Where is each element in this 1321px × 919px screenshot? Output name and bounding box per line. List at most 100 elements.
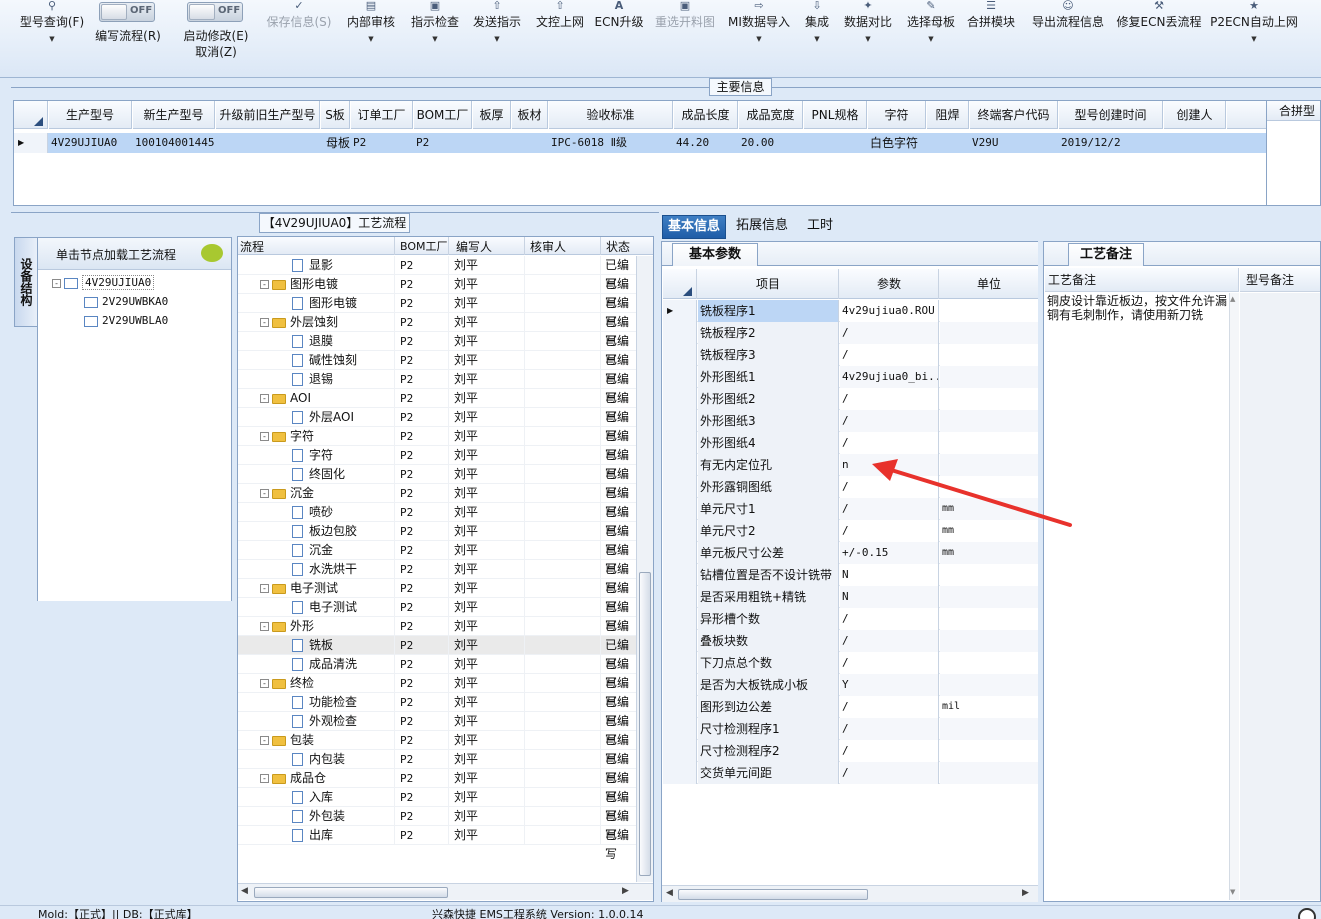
table-row[interactable]: - 字符 P2 刘平 已编写 <box>238 427 636 462</box>
flow-step-name[interactable]: - 包装 <box>260 731 314 750</box>
column-header[interactable]: 板厚 <box>473 101 511 129</box>
notes-vscrollbar[interactable]: ▲ ▼ <box>1229 293 1239 900</box>
flow-step-name[interactable]: - 成品仓 <box>260 769 326 788</box>
flow-step-name[interactable]: - 字符 <box>260 427 314 446</box>
scroll-down-icon[interactable]: ▼ <box>1230 888 1235 896</box>
export-flow-button[interactable]: ☺ 导出流程信息 <box>1028 0 1108 76</box>
flow-step-name[interactable]: - 沉金 <box>260 484 314 503</box>
param-value[interactable]: / <box>840 388 939 410</box>
table-row[interactable]: - 沉金 P2 刘平 已编写 <box>238 484 636 519</box>
table-row[interactable]: 内包装 P2 刘平 已编写 <box>238 750 636 785</box>
repair-ecn-button[interactable]: ⚒ 修复ECN丢流程 <box>1116 0 1202 76</box>
column-header[interactable]: 成品宽度 <box>739 101 803 129</box>
collapse-icon[interactable]: - <box>260 394 269 403</box>
column-header[interactable]: S板 <box>321 101 350 129</box>
param-value[interactable]: / <box>840 608 939 630</box>
param-value[interactable]: / <box>840 344 939 366</box>
integrate-button[interactable]: ⇩ 集成 ▼ <box>800 0 834 76</box>
param-value[interactable]: 4v29ujiua0.ROU <box>840 300 939 322</box>
scroll-thumb[interactable] <box>678 889 868 900</box>
table-cell[interactable]: IPC-6018 Ⅱ级 <box>551 133 673 153</box>
collapse-icon[interactable]: - <box>260 489 269 498</box>
flow-step-name[interactable]: 退锡 <box>292 370 333 389</box>
tab-basic-params[interactable]: 基本参数 <box>672 243 758 266</box>
param-value[interactable]: 4v29ujiua0_bi... <box>840 366 939 388</box>
flow-step-name[interactable]: - 终检 <box>260 674 314 693</box>
table-cell[interactable]: P2 <box>353 133 413 153</box>
collapse-icon[interactable]: - <box>260 280 269 289</box>
splitter[interactable] <box>654 236 660 902</box>
tree-node-child[interactable]: 2V29UWBKA0 <box>84 295 168 308</box>
param-row[interactable]: 外形图纸1 4v29ujiua0_bi... <box>663 366 1038 388</box>
flow-hscrollbar[interactable]: ◀ ▶ <box>238 883 653 900</box>
collapse-icon[interactable]: - <box>260 679 269 688</box>
table-cell[interactable]: 10010400144540 <box>135 133 215 153</box>
start-edit-toggle[interactable]: OFF <box>187 2 243 22</box>
flow-step-name[interactable]: 出库 <box>292 826 333 845</box>
table-row[interactable]: 外观检查 P2 刘平 已编写 <box>238 712 636 747</box>
param-value[interactable]: / <box>840 432 939 454</box>
table-cell[interactable]: P2 <box>416 133 472 153</box>
table-row[interactable]: 退锡 P2 刘平 已编写 <box>238 370 636 405</box>
column-header[interactable]: 验收标准 <box>549 101 673 129</box>
param-value[interactable]: N <box>840 564 939 586</box>
cancel-button[interactable]: 取消(Z) <box>176 44 256 60</box>
table-row[interactable]: 显影 P2 刘平 已编写 <box>238 256 636 291</box>
flow-step-name[interactable]: 入库 <box>292 788 333 807</box>
table-cell[interactable]: 20.00 <box>741 133 803 153</box>
table-row[interactable]: - 图形电镀 P2 刘平 已编写 <box>238 275 636 310</box>
flow-step-name[interactable]: 板边包胶 <box>292 522 357 541</box>
param-row[interactable]: 铣板程序3/ <box>663 344 1038 366</box>
column-header[interactable]: 型号创建时间 <box>1059 101 1163 129</box>
flow-step-name[interactable]: 外观检查 <box>292 712 357 731</box>
table-cell[interactable]: 2019/12/2 <box>1061 133 1163 153</box>
param-row[interactable]: 外形图纸4/ <box>663 432 1038 454</box>
param-value[interactable]: N <box>840 586 939 608</box>
column-header[interactable]: PNL规格 <box>804 101 867 129</box>
flow-step-name[interactable]: 碱性蚀刻 <box>292 351 357 370</box>
flow-step-name[interactable]: 外包装 <box>292 807 345 826</box>
scroll-right-icon[interactable]: ▶ <box>622 886 629 896</box>
param-row[interactable]: 外形图纸2/ <box>663 388 1038 410</box>
tree-node-root[interactable]: -4V29UJIUA0 <box>52 275 155 290</box>
column-header[interactable]: 终端客户代码 <box>970 101 1058 129</box>
flow-step-name[interactable]: 电子测试 <box>292 598 357 617</box>
flow-step-name[interactable]: 外层AOI <box>292 408 354 427</box>
table-cell[interactable] <box>514 133 548 153</box>
table-row[interactable]: 入库 P2 刘平 已编写 <box>238 788 636 823</box>
flow-step-name[interactable]: - 图形电镀 <box>260 275 338 294</box>
column-header[interactable]: 阻焊 <box>927 101 969 129</box>
table-row[interactable]: 水洗烘干 P2 刘平 已编写 <box>238 560 636 595</box>
flow-step-name[interactable]: 内包装 <box>292 750 345 769</box>
param-row[interactable]: ▶ 铣板程序1 4v29ujiua0.ROU <box>663 300 1038 322</box>
table-row[interactable]: 喷砂 P2 刘平 已编写 <box>238 503 636 538</box>
column-header[interactable]: 生产型号 <box>49 101 132 129</box>
p2ecn-online-button[interactable]: ★ P2ECN自动上网 ▼ <box>1210 0 1298 76</box>
param-row[interactable]: 交货单元间距 / <box>663 762 1038 784</box>
flow-step-name[interactable]: - 电子测试 <box>260 579 338 598</box>
table-row[interactable]: - 包装 P2 刘平 已编写 <box>238 731 636 766</box>
column-header[interactable]: BOM工厂 <box>414 101 472 129</box>
tab-work-hours[interactable]: 工时 <box>800 217 840 237</box>
table-row[interactable]: 终固化 P2 刘平 已编写 <box>238 465 636 500</box>
table-row[interactable]: 图形电镀 P2 刘平 已编写 <box>238 294 636 329</box>
tab-process-notes[interactable]: 工艺备注 <box>1068 243 1144 266</box>
table-cell[interactable]: 白色字符 <box>870 133 926 153</box>
collapse-icon[interactable]: - <box>260 736 269 745</box>
param-row[interactable]: 是否采用粗铣+精铣 N <box>663 586 1038 608</box>
internal-review-button[interactable]: ▤ 内部审核 ▼ <box>342 0 400 76</box>
param-row[interactable]: 是否为大板铣成小板 Y <box>663 674 1038 696</box>
table-cell[interactable]: V29U <box>972 133 1058 153</box>
select-master-button[interactable]: ✎ 选择母板 ▼ <box>902 0 960 76</box>
tab-extended-info[interactable]: 拓展信息 <box>732 217 792 237</box>
column-header[interactable]: 字符 <box>868 101 926 129</box>
param-row[interactable]: 单元板尺寸公差 +/-0.15 mm <box>663 542 1038 564</box>
param-value[interactable]: / <box>840 322 939 344</box>
table-row[interactable]: 外包装 P2 刘平 已编写 <box>238 807 636 842</box>
flow-step-name[interactable]: 水洗烘干 <box>292 560 357 579</box>
param-row[interactable]: 图形到边公差 / mil <box>663 696 1038 718</box>
table-cell[interactable] <box>806 133 867 153</box>
flow-step-name[interactable]: 字符 <box>292 446 333 465</box>
table-cell[interactable]: 4V29UJIUA0 <box>51 133 132 153</box>
param-row[interactable]: 叠板块数 / <box>663 630 1038 652</box>
